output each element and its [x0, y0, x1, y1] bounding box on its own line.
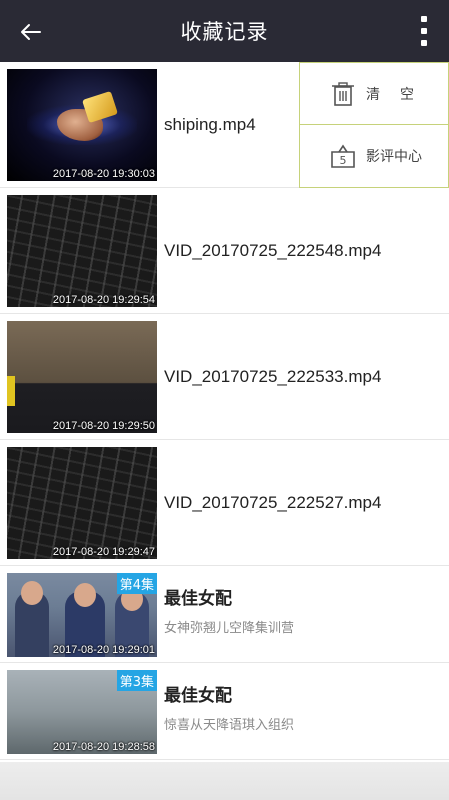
trash-icon: [332, 81, 354, 106]
video-name: VID_20170725_222527.mp4: [164, 492, 382, 512]
menu-item-label: 清空: [366, 86, 434, 103]
video-thumbnail: 2017-08-20 19:29:54: [7, 195, 157, 307]
video-thumbnail: 第3集 2017-08-20 19:28:58: [7, 670, 157, 754]
back-arrow-icon[interactable]: [16, 17, 46, 47]
list-item[interactable]: 第4集 2017-08-20 19:29:01 最佳女配 女神弥翘儿空降集训营: [0, 566, 449, 663]
timestamp: 2017-08-20 19:29:47: [52, 546, 155, 558]
page-title: 收藏记录: [180, 20, 269, 44]
video-thumbnail: 2017-08-20 19:30:03: [7, 69, 157, 181]
top-app-bar: 收藏记录: [0, 0, 449, 62]
list-item[interactable]: 第3集 2017-08-20 19:28:58 最佳女配 惊喜从天降语琪入组织: [0, 663, 449, 760]
video-thumbnail: 2017-08-20 19:29:47: [7, 447, 157, 559]
list-item[interactable]: 2017-08-20 19:29:47 VID_20170725_222527.…: [0, 440, 449, 566]
video-subtitle: 女神弥翘儿空降集训营: [164, 621, 295, 636]
timestamp: 2017-08-20 19:30:03: [52, 168, 155, 180]
timestamp: 2017-08-20 19:29:01: [52, 644, 155, 656]
bottom-bar: [0, 762, 449, 800]
list-item[interactable]: 2017-08-20 19:29:50 VID_20170725_222533.…: [0, 314, 449, 440]
list-item[interactable]: 2017-08-20 19:29:54 VID_20170725_222548.…: [0, 188, 449, 314]
video-subtitle: 惊喜从天降语琪入组织: [164, 718, 295, 733]
video-title: 最佳女配: [164, 589, 232, 609]
video-thumbnail: 2017-08-20 19:29:50: [7, 321, 157, 433]
episode-badge: 第4集: [116, 573, 157, 594]
video-name: VID_20170725_222548.mp4: [164, 240, 382, 260]
video-thumbnail: 第4集 2017-08-20 19:29:01: [7, 573, 157, 657]
timestamp: 2017-08-20 19:29:54: [52, 294, 155, 306]
svg-text:5: 5: [340, 154, 347, 167]
review-center-icon: 5: [331, 144, 355, 168]
episode-badge: 第3集: [116, 670, 157, 691]
overflow-menu: 清空 5 影评中心: [299, 62, 449, 188]
video-title: 最佳女配: [164, 686, 232, 706]
menu-item-clear[interactable]: 清空: [300, 63, 448, 125]
menu-item-review-center[interactable]: 5 影评中心: [300, 125, 448, 187]
video-name: shiping.mp4: [164, 114, 256, 134]
video-name: VID_20170725_222533.mp4: [164, 366, 382, 386]
menu-item-label: 影评中心: [366, 149, 422, 165]
more-vert-icon[interactable]: [419, 16, 429, 46]
timestamp: 2017-08-20 19:28:58: [52, 741, 155, 753]
timestamp: 2017-08-20 19:29:50: [52, 420, 155, 432]
